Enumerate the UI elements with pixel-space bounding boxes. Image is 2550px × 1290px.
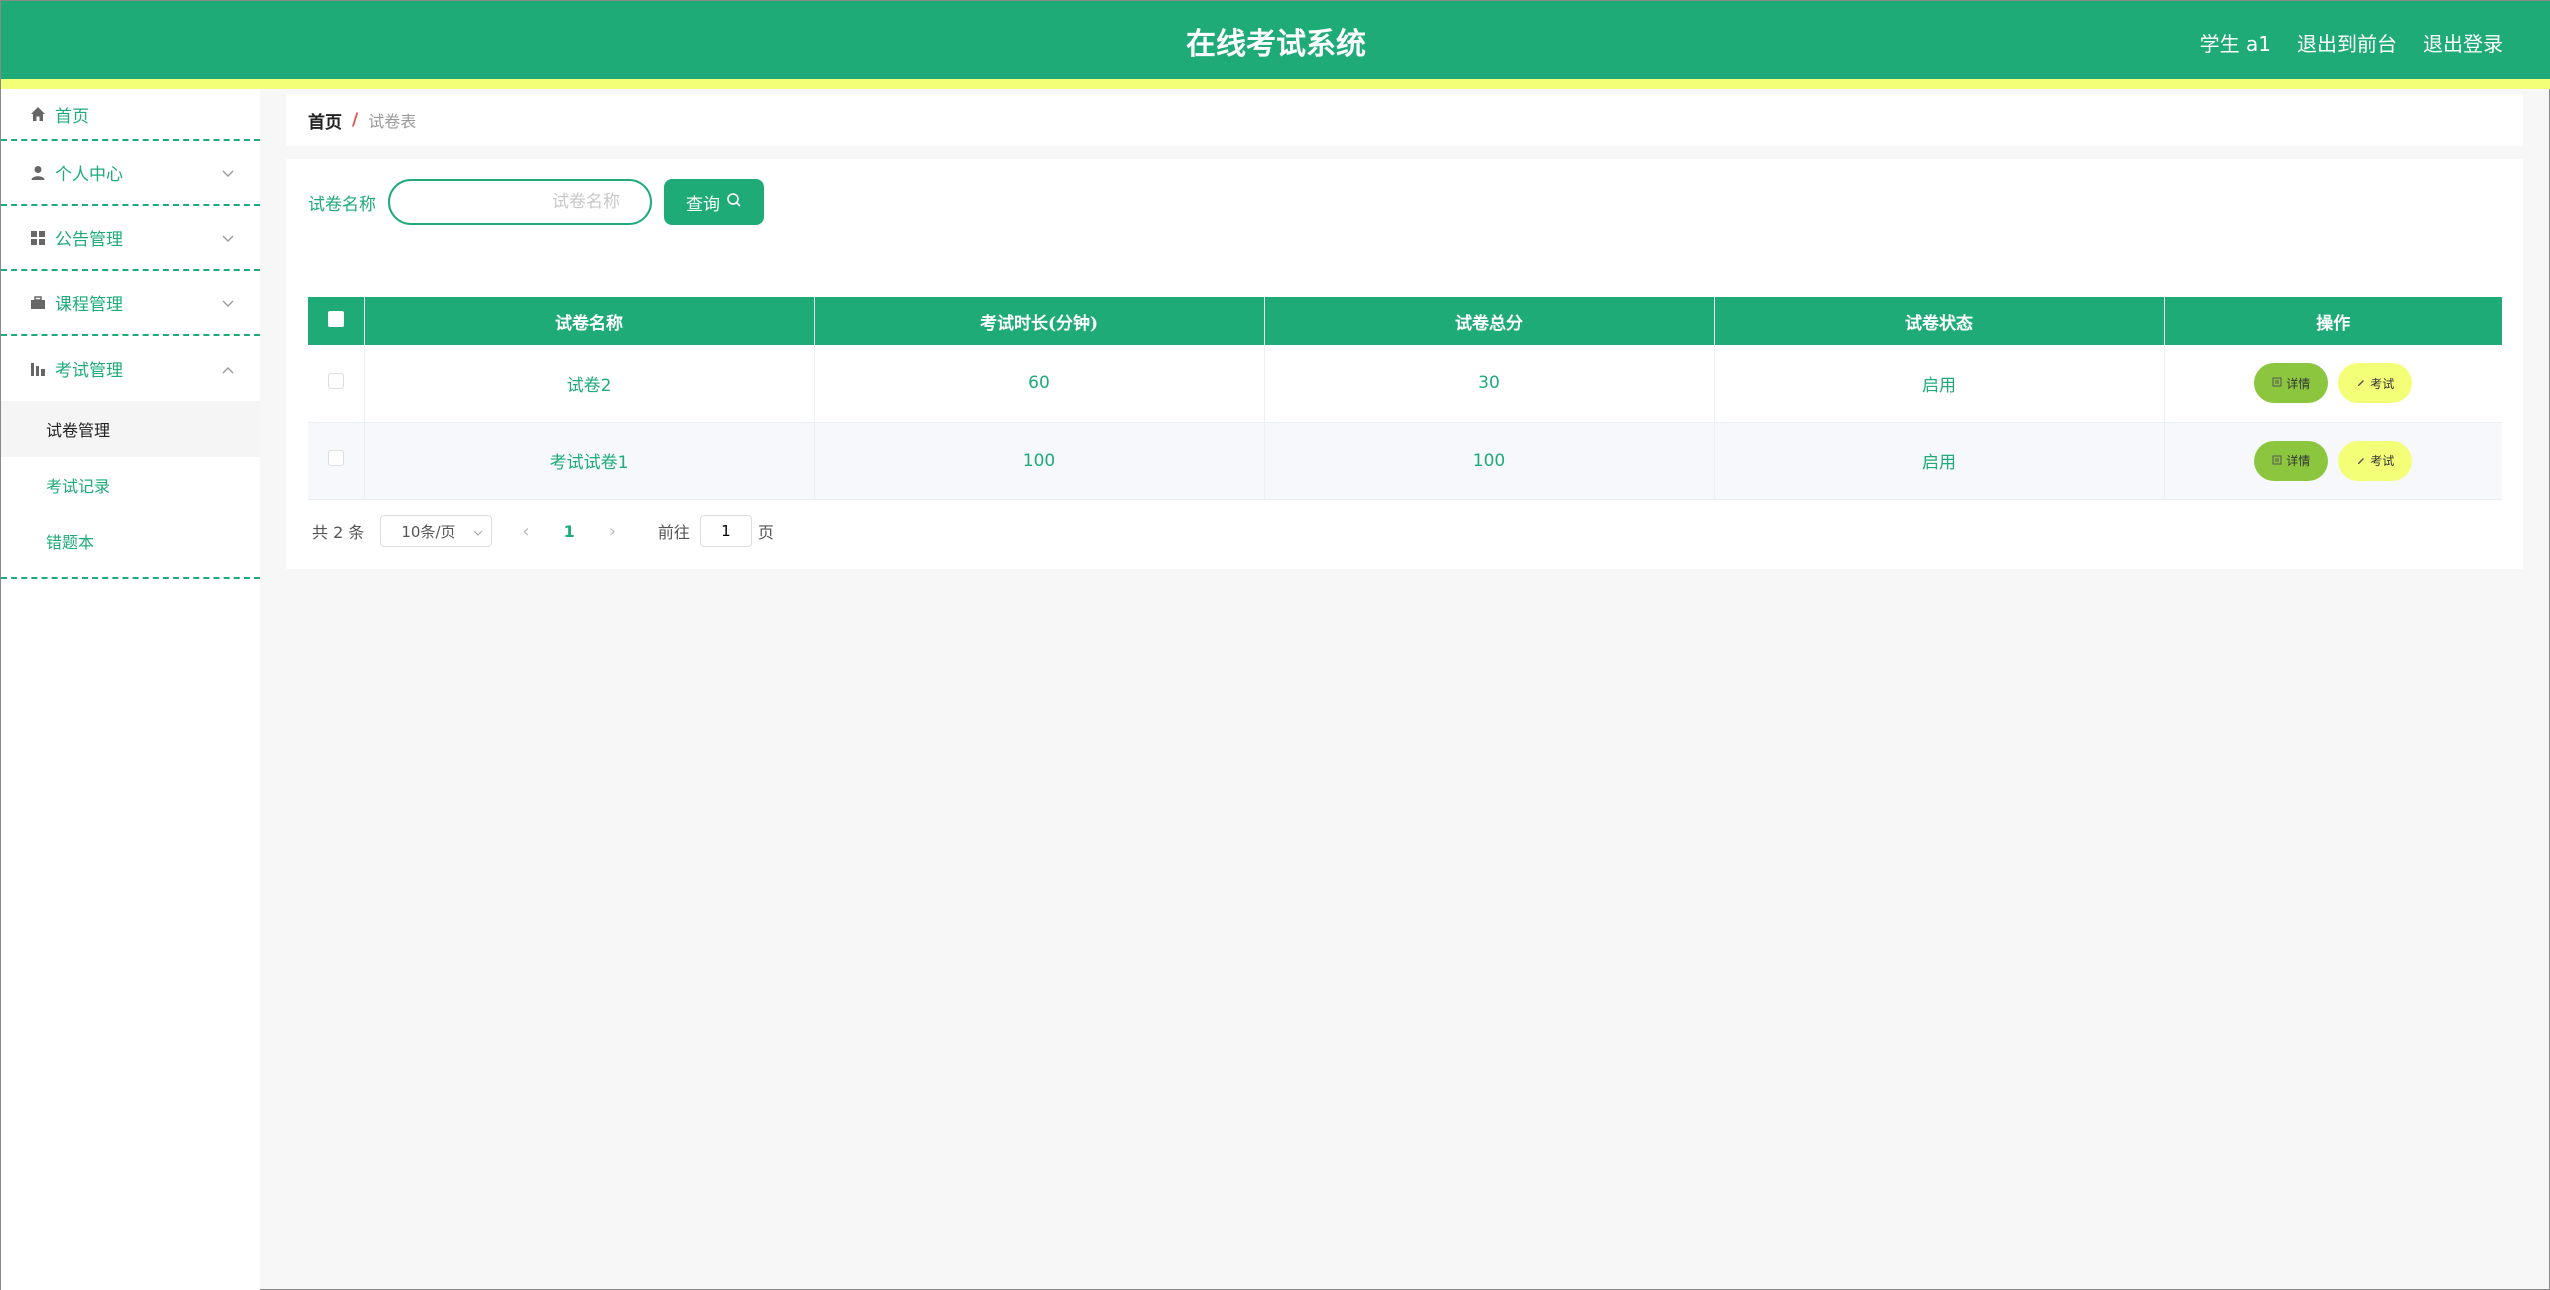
submenu-item-wrongbook[interactable]: 错题本 [1, 513, 260, 569]
column-header: 考试时长(分钟) [814, 297, 1265, 345]
breadcrumb-current: 试卷表 [368, 112, 417, 131]
select-all-checkbox[interactable] [327, 310, 344, 327]
exam-button-label: 考试 [2370, 454, 2395, 468]
sidebar: 首页 个人中心 公告管理 课程管理 考试管理 试卷管理 考试记录 错题本 [1, 89, 260, 1290]
app-title: 在线考试系统 [1186, 27, 1366, 62]
status-cell: 启用 [1714, 345, 2165, 423]
back-to-front-link[interactable]: 退出到前台 [2297, 28, 2397, 57]
chevron-up-icon [222, 359, 234, 379]
column-header: 试卷名称 [364, 297, 815, 345]
paper-table: 试卷名称 考试时长(分钟) 试卷总分 试卷状态 操作 试卷2 60 30 启用 … [308, 297, 2502, 500]
sidebar-item-label: 公告管理 [55, 230, 123, 250]
table-row: 试卷2 60 30 启用 详情 考试 [308, 345, 2502, 423]
sidebar-item-label: 考试管理 [55, 361, 123, 381]
detail-button[interactable]: 详情 [2254, 363, 2329, 404]
breadcrumb-home[interactable]: 首页 [308, 108, 342, 133]
sidebar-item-exam[interactable]: 考试管理 [1, 336, 260, 401]
column-header: 试卷状态 [1714, 297, 2165, 345]
search-icon [726, 192, 742, 213]
sidebar-item-course[interactable]: 课程管理 [1, 271, 260, 336]
current-user: 学生 a1 [2199, 32, 2271, 56]
detail-icon [2272, 454, 2282, 468]
chart-icon [29, 360, 47, 378]
chevron-down-icon [473, 522, 483, 540]
breadcrumb-separator: / [352, 110, 359, 130]
search-label: 试卷名称 [308, 194, 376, 215]
chevron-down-icon [222, 228, 234, 248]
page-number[interactable]: 1 [564, 522, 575, 541]
detail-button-label: 详情 [2286, 454, 2311, 468]
prev-page-icon[interactable]: ‹ [522, 521, 529, 542]
exam-button[interactable]: 考试 [2338, 363, 2413, 404]
header-stripe [1, 79, 2550, 89]
briefcase-icon [29, 294, 47, 312]
sidebar-item-profile[interactable]: 个人中心 [1, 141, 260, 206]
page-size-select[interactable]: 10条/页 [380, 515, 493, 547]
sidebar-item-notice[interactable]: 公告管理 [1, 206, 260, 271]
chevron-down-icon [222, 293, 234, 313]
column-header: 试卷总分 [1264, 297, 1715, 345]
exam-button-label: 考试 [2370, 376, 2395, 391]
actions-cell: 详情 考试 [2164, 345, 2502, 423]
sidebar-item-label: 个人中心 [55, 165, 123, 185]
user-icon [29, 164, 47, 182]
paper-name-cell: 考试试卷1 [364, 422, 815, 500]
duration-cell: 60 [814, 345, 1265, 423]
detail-icon [2272, 376, 2282, 390]
row-checkbox[interactable] [327, 450, 344, 466]
score-cell: 100 [1264, 422, 1715, 500]
score-cell: 30 [1264, 345, 1715, 423]
logout-link[interactable]: 退出登录 [2423, 28, 2503, 57]
edit-icon [2356, 376, 2366, 390]
page-suffix: 页 [757, 523, 774, 542]
sidebar-item-home[interactable]: 首页 [1, 89, 260, 141]
search-input[interactable] [388, 179, 652, 225]
top-header: 在线考试系统 学生 a1 退出到前台 退出登录 [1, 1, 2550, 79]
detail-button[interactable]: 详情 [2254, 440, 2329, 481]
exam-button[interactable]: 考试 [2338, 440, 2413, 481]
duration-cell: 100 [814, 422, 1265, 500]
column-header: 操作 [2164, 297, 2502, 345]
search-bar: 试卷名称 查询 [308, 179, 764, 225]
goto-page-input[interactable] [699, 515, 752, 547]
search-button-label: 查询 [686, 194, 720, 214]
submenu-item-paper[interactable]: 试卷管理 [1, 401, 260, 457]
pagination-total: 共 2 条 [312, 523, 365, 542]
row-checkbox[interactable] [327, 372, 344, 389]
sidebar-item-label: 课程管理 [55, 295, 123, 315]
chevron-down-icon [222, 163, 234, 183]
table-header-row: 试卷名称 考试时长(分钟) 试卷总分 试卷状态 操作 [308, 297, 2502, 345]
sidebar-item-label: 首页 [55, 106, 89, 127]
page-size-value: 10条/页 [401, 522, 456, 541]
edit-icon [2356, 454, 2366, 468]
submenu-item-records[interactable]: 考试记录 [1, 457, 260, 513]
header-actions: 学生 a1 退出到前台 退出登录 [2200, 28, 2503, 57]
row-checkbox-cell [308, 422, 365, 500]
content-panel: 试卷名称 查询 试卷名称 考试时长(分钟) 试卷总分 试卷状态 操作 [286, 159, 2523, 569]
breadcrumb: 首页 / 试卷表 [286, 94, 2523, 146]
status-cell: 启用 [1714, 422, 2165, 500]
table-row: 考试试卷1 100 100 启用 详情 考试 [308, 422, 2502, 500]
pagination: 共 2 条 10条/页 ‹ 1 › 前往 页 [312, 515, 774, 547]
search-button[interactable]: 查询 [664, 179, 764, 225]
grid-icon [29, 229, 47, 247]
goto-label: 前往 [657, 523, 690, 542]
header-checkbox-cell [308, 297, 365, 345]
home-icon [29, 105, 47, 123]
exam-submenu: 试卷管理 考试记录 错题本 [1, 401, 260, 579]
actions-cell: 详情 考试 [2164, 422, 2502, 500]
detail-button-label: 详情 [2286, 376, 2311, 391]
next-page-icon[interactable]: › [609, 521, 616, 542]
row-checkbox-cell [308, 345, 365, 423]
paper-name-cell: 试卷2 [364, 345, 815, 423]
